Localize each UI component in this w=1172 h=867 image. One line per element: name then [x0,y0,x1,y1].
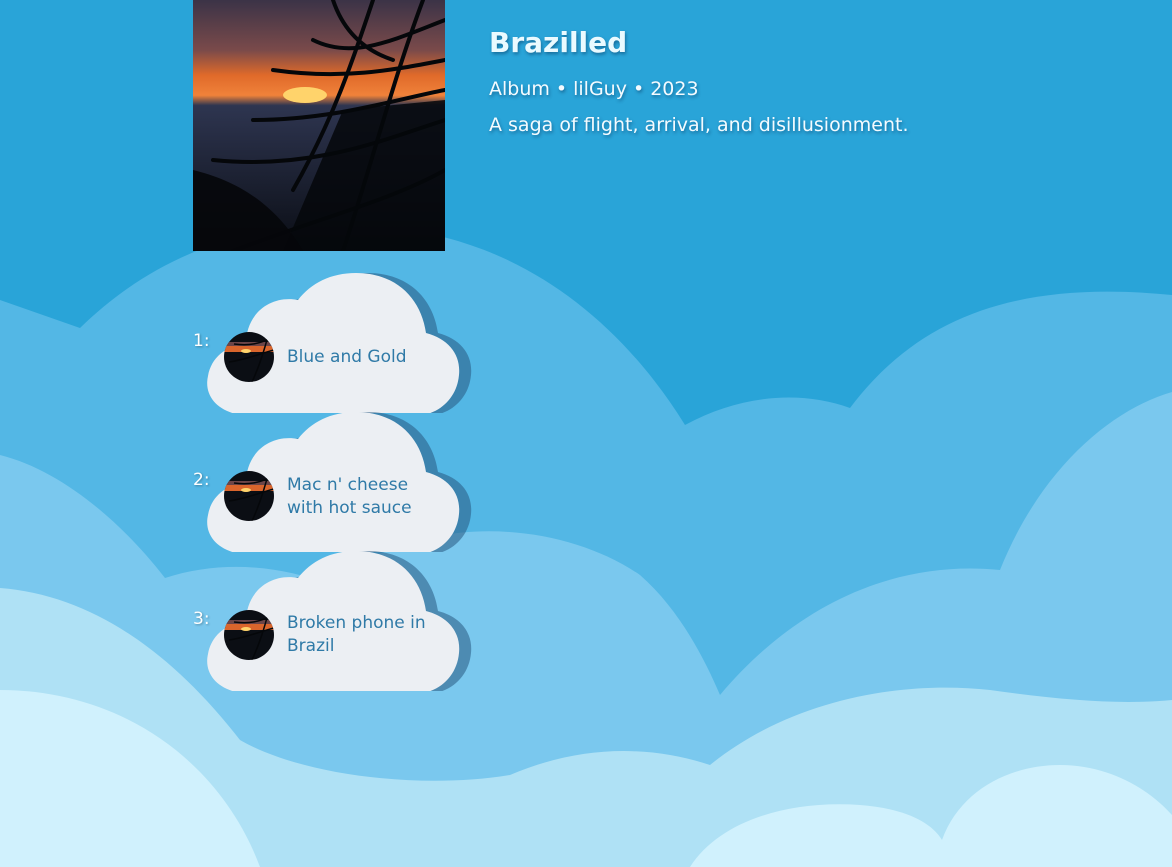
album-description: A saga of flight, arrival, and disillusi… [489,114,909,136]
album-page: Brazilled Album • lilGuy • 2023 A saga o… [0,0,1172,867]
album-type: Album [489,78,550,100]
album-meta: Album • lilGuy • 2023 [489,78,908,100]
track-title[interactable]: Broken phone in Brazil [287,612,437,658]
album-year: 2023 [650,78,699,100]
track-thumbnail [224,332,274,382]
track-title[interactable]: Mac n' cheese with hot sauce [287,474,437,520]
track-thumbnail [224,471,274,521]
album-cover [193,0,445,251]
track-item[interactable]: 1: Blue and Gold [193,273,483,413]
track-item[interactable]: 3: Broken phone in Brazil [193,551,483,691]
track-title[interactable]: Blue and Gold [287,346,437,369]
sunset-palm-icon [193,0,445,251]
album-title: Brazilled [489,26,628,59]
album-info: Brazilled Album • lilGuy • 2023 A saga o… [489,26,908,136]
track-item[interactable]: 2: Mac n' cheese with hot sauce [193,412,483,552]
track-thumbnail [224,610,274,660]
meta-separator: • [555,78,568,100]
sunset-palm-icon [224,610,274,660]
meta-separator: • [632,78,645,100]
album-artist[interactable]: lilGuy [573,78,627,100]
sunset-palm-icon [224,332,274,382]
sunset-palm-icon [224,471,274,521]
